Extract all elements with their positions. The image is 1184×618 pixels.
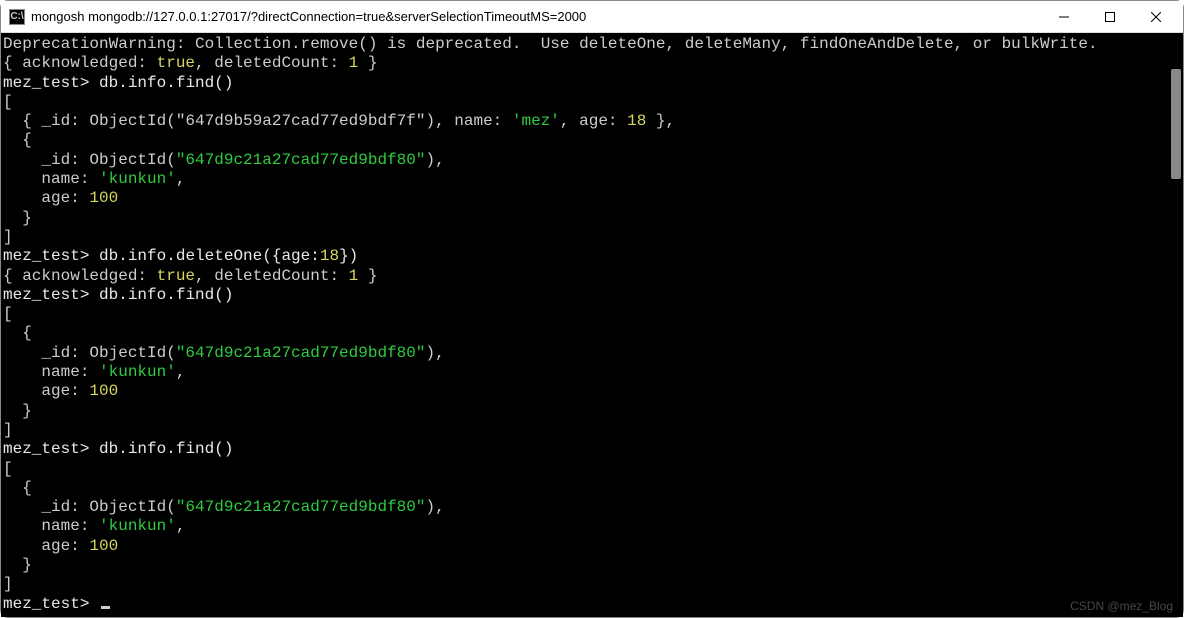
scrollbar[interactable] (1167, 35, 1181, 615)
id-line: _id: ObjectId("647d9c21a27cad77ed9bdf80"… (3, 151, 445, 169)
arr-open: [ (3, 93, 13, 111)
obj-close: } (3, 209, 32, 227)
arr-open-3: [ (3, 460, 13, 478)
prompt-line-1: mez_test> db.info.find() (3, 74, 233, 92)
obj-open-2: { (3, 324, 32, 342)
ack-line-2: { acknowledged: true, deletedCount: 1 } (3, 267, 377, 285)
window-title: mongosh mongodb://127.0.0.1:27017/?direc… (31, 9, 1041, 24)
ack-line-1: { acknowledged: true, deletedCount: 1 } (3, 54, 377, 72)
window-controls (1041, 1, 1179, 32)
name-line: name: 'kunkun', (3, 170, 185, 188)
deprecation-warning: DeprecationWarning: Collection.remove() … (3, 35, 1098, 53)
prompt-line-5[interactable]: mez_test> (3, 595, 110, 613)
watermark: CSDN @mez_Blog (1070, 599, 1173, 613)
prompt-line-2: mez_test> db.info.deleteOne({age:18}) (3, 247, 358, 265)
age-line: age: 100 (3, 189, 118, 207)
age-line-2: age: 100 (3, 382, 118, 400)
terminal-area[interactable]: DeprecationWarning: Collection.remove() … (1, 33, 1183, 617)
id-line-2: _id: ObjectId("647d9c21a27cad77ed9bdf80"… (3, 344, 445, 362)
cursor (101, 606, 110, 609)
terminal-output[interactable]: DeprecationWarning: Collection.remove() … (1, 33, 1183, 617)
arr-close-3: ] (3, 575, 13, 593)
app-icon: C:\ (9, 9, 25, 25)
obj-close-2: } (3, 402, 32, 420)
prompt-line-4: mez_test> db.info.find() (3, 440, 233, 458)
minimize-button[interactable] (1041, 1, 1087, 32)
arr-close-2: ] (3, 421, 13, 439)
scrollbar-thumb[interactable] (1171, 69, 1181, 179)
id-line-3: _id: ObjectId("647d9c21a27cad77ed9bdf80"… (3, 498, 445, 516)
name-line-3: name: 'kunkun', (3, 517, 185, 535)
prompt-line-3: mez_test> db.info.find() (3, 286, 233, 304)
obj-open-3: { (3, 479, 32, 497)
obj-close-3: } (3, 556, 32, 574)
doc-1: { _id: ObjectId("647d9b59a27cad77ed9bdf7… (3, 112, 675, 130)
close-button[interactable] (1133, 1, 1179, 32)
arr-open-2: [ (3, 305, 13, 323)
name-line-2: name: 'kunkun', (3, 363, 185, 381)
obj-open: { (3, 131, 32, 149)
titlebar: C:\ mongosh mongodb://127.0.0.1:27017/?d… (1, 1, 1183, 33)
arr-close: ] (3, 228, 13, 246)
age-line-3: age: 100 (3, 537, 118, 555)
maximize-button[interactable] (1087, 1, 1133, 32)
